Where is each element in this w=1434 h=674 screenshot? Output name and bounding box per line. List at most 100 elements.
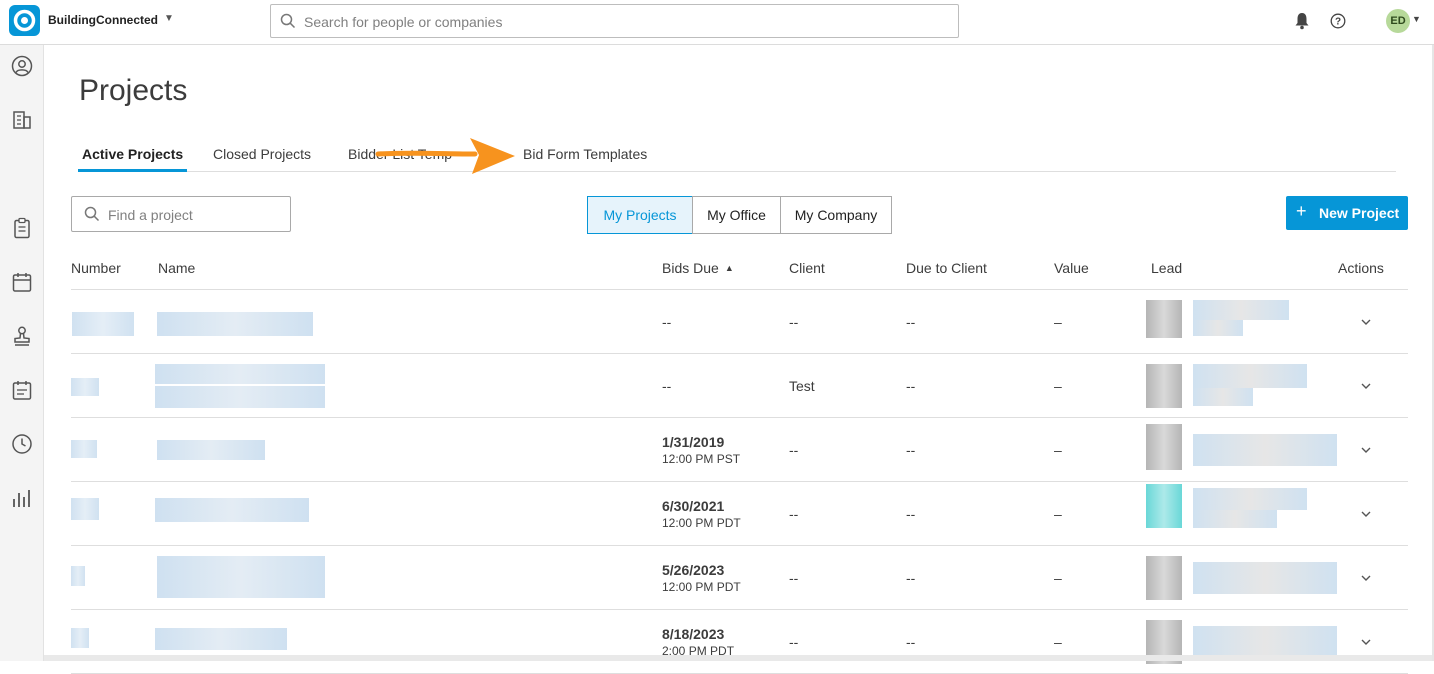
bids-due-cell: -- [662, 314, 672, 330]
row-actions-chevron-icon[interactable] [1360, 380, 1372, 392]
clock-icon[interactable] [11, 433, 33, 455]
list-icon[interactable] [11, 163, 33, 185]
search-icon [280, 13, 296, 29]
user-circle-icon[interactable] [11, 55, 33, 77]
table-row[interactable]: -- Test -- – [71, 354, 1408, 418]
lead-avatar-redacted [1146, 556, 1182, 600]
project-name-redacted[interactable] [155, 364, 325, 384]
tab-active-projects[interactable]: Active Projects [78, 146, 188, 172]
client-cell: Test [789, 378, 815, 394]
global-search-input[interactable]: Search for people or companies [270, 4, 959, 38]
bids-due-cell: 6/30/2021 12:00 PM PDT [662, 498, 741, 530]
lead-name-redacted [1193, 364, 1307, 388]
bids-due-cell: -- [662, 378, 672, 394]
find-project-input[interactable]: Find a project [71, 196, 291, 232]
value-cell: – [1054, 570, 1062, 586]
tab-closed-projects[interactable]: Closed Projects [213, 146, 311, 172]
column-header-bids-due[interactable]: Bids Due ▲ [662, 260, 734, 276]
column-header-due-to-client[interactable]: Due to Client [906, 260, 987, 276]
lead-name-redacted [1193, 300, 1289, 320]
project-name-redacted[interactable] [155, 628, 287, 650]
clipboard-icon[interactable] [11, 217, 33, 239]
lead-name-redacted [1193, 434, 1337, 450]
filter-my-company[interactable]: My Company [780, 196, 892, 234]
calendar-event-icon[interactable] [11, 379, 33, 401]
search-placeholder: Search for people or companies [304, 14, 503, 30]
bids-due-date: 6/30/2021 [662, 498, 725, 514]
column-header-lead[interactable]: Lead [1151, 260, 1182, 276]
project-number-redacted [71, 628, 89, 648]
column-header-bids-due-label: Bids Due [662, 260, 719, 276]
calendar-icon[interactable] [11, 271, 33, 293]
row-actions-chevron-icon[interactable] [1360, 508, 1372, 520]
plus-icon: + [1296, 201, 1307, 221]
value-cell: – [1054, 378, 1062, 394]
due-to-client-cell: -- [906, 570, 916, 586]
value-cell: – [1054, 442, 1062, 458]
bids-due-date: 5/26/2023 [662, 562, 725, 578]
row-actions-chevron-icon[interactable] [1360, 316, 1372, 328]
bids-due-cell: 5/26/2023 12:00 PM PDT [662, 562, 741, 594]
table-row[interactable]: 6/30/2021 12:00 PM PDT -- -- – [71, 482, 1408, 546]
table-row[interactable]: 5/26/2023 12:00 PM PDT -- -- – [71, 546, 1408, 610]
project-number-redacted [71, 566, 85, 586]
project-number-redacted [71, 498, 99, 520]
column-header-number[interactable]: Number [71, 260, 121, 276]
app-logo-icon[interactable] [9, 5, 40, 36]
lead-name-redacted [1193, 450, 1337, 466]
filter-my-office[interactable]: My Office [692, 196, 781, 234]
find-project-placeholder: Find a project [108, 207, 193, 223]
lead-name-redacted [1193, 510, 1277, 528]
annotation-arrow-icon [375, 138, 515, 174]
project-number-redacted [72, 312, 134, 336]
table-row[interactable]: 8/18/2023 2:00 PM PDT -- -- – [71, 610, 1408, 674]
lead-name-redacted [1193, 578, 1337, 594]
bids-due-time: 12:00 PM PDT [662, 516, 741, 530]
app-name[interactable]: BuildingConnected [48, 13, 158, 27]
bids-due-date: 8/18/2023 [662, 626, 725, 642]
page-title: Projects [79, 74, 188, 107]
column-header-value[interactable]: Value [1054, 260, 1089, 276]
client-cell: -- [789, 570, 799, 586]
project-name-redacted[interactable] [157, 312, 313, 336]
new-project-label: New Project [1319, 205, 1400, 221]
row-actions-chevron-icon[interactable] [1360, 636, 1372, 648]
sort-ascending-icon: ▲ [724, 263, 734, 273]
lead-avatar-redacted [1146, 300, 1182, 338]
column-header-name[interactable]: Name [158, 260, 195, 276]
due-to-client-cell: -- [906, 442, 916, 458]
lead-name-redacted [1193, 388, 1253, 406]
building-icon[interactable] [11, 109, 33, 131]
row-actions-chevron-icon[interactable] [1360, 572, 1372, 584]
due-to-client-cell: -- [906, 378, 916, 394]
stamp-icon[interactable] [11, 325, 33, 347]
new-project-button[interactable]: + New Project [1286, 196, 1408, 230]
column-header-actions: Actions [1338, 260, 1384, 276]
help-icon[interactable]: ? [1330, 13, 1346, 29]
project-number-redacted [71, 440, 97, 458]
row-actions-chevron-icon[interactable] [1360, 444, 1372, 456]
project-name-redacted[interactable] [157, 556, 325, 576]
project-name-redacted[interactable] [155, 386, 325, 408]
sidebar [0, 45, 44, 661]
filter-my-projects[interactable]: My Projects [587, 196, 693, 234]
project-name-redacted[interactable] [157, 440, 265, 460]
project-name-redacted[interactable] [157, 576, 325, 598]
avatar[interactable]: ED [1386, 9, 1410, 33]
tab-bid-form-templates[interactable]: Bid Form Templates [523, 146, 647, 172]
lead-avatar-redacted [1146, 484, 1182, 528]
project-name-redacted[interactable] [155, 498, 309, 522]
horizontal-scrollbar[interactable] [44, 655, 1432, 661]
table-row[interactable]: -- -- -- – [71, 290, 1408, 354]
bell-icon[interactable] [1294, 12, 1310, 30]
chevron-down-icon[interactable]: ▼ [1412, 14, 1421, 24]
lead-name-redacted [1193, 562, 1337, 578]
lead-avatar-redacted [1146, 424, 1182, 470]
table-row[interactable]: 1/31/2019 12:00 PM PST -- -- – [71, 418, 1408, 482]
bar-chart-icon[interactable] [11, 487, 33, 509]
search-icon [84, 206, 100, 222]
value-cell: – [1054, 314, 1062, 330]
chevron-down-icon[interactable]: ▼ [164, 13, 174, 24]
column-header-client[interactable]: Client [789, 260, 825, 276]
lead-avatar-redacted [1146, 364, 1182, 408]
